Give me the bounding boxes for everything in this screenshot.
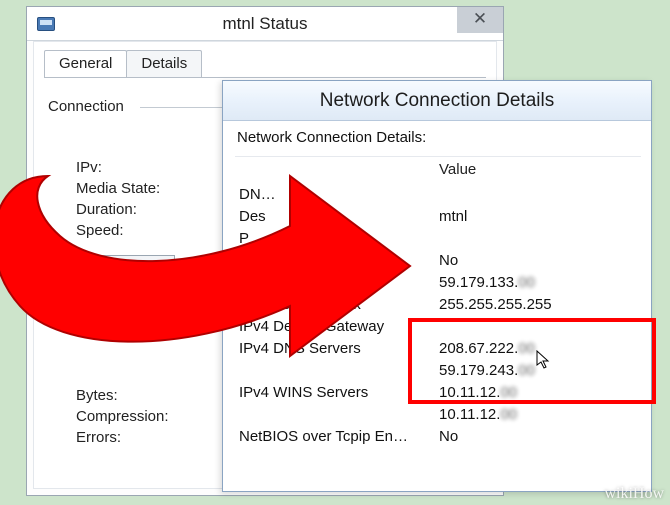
tab-general[interactable]: General xyxy=(44,50,127,78)
network-row[interactable]: IPv4 DNS Servers208.67.222.00 xyxy=(235,338,641,360)
network-row-value: 10.11.12.00 xyxy=(435,382,641,404)
network-row-property: Des xyxy=(235,206,435,228)
group-connection-label: Connection xyxy=(48,98,124,115)
group-activity-label: Activity xyxy=(48,304,96,321)
network-section-label: Network Connection Details: xyxy=(237,129,641,146)
network-row[interactable]: IPv4 Address59.179.133.00 xyxy=(235,272,641,294)
network-row[interactable]: DN… xyxy=(235,184,641,206)
network-rows: DN…DesmtnlPDHCP EnabledNoIPv4 Address59.… xyxy=(235,184,641,448)
network-row-value: mtnl xyxy=(435,206,641,228)
tab-underline xyxy=(44,77,486,78)
network-row-property: NetBIOS over Tcpip En… xyxy=(235,426,435,448)
network-row[interactable]: IPv4 Default Gateway xyxy=(235,316,641,338)
network-details-window: Network Connection Details Network Conne… xyxy=(222,80,652,492)
network-row-property: DN… xyxy=(235,184,435,206)
network-row-value: No xyxy=(435,426,641,448)
network-columns: Value xyxy=(235,156,641,182)
network-row-property xyxy=(235,404,435,426)
network-row[interactable]: 10.11.12.00 xyxy=(235,404,641,426)
network-row-property: IPv4 Subnet Mask xyxy=(235,294,435,316)
network-row-value: 208.67.222.00 xyxy=(435,338,641,360)
network-row-property: IPv4 Address xyxy=(235,272,435,294)
close-button[interactable]: ✕ xyxy=(457,7,503,33)
network-row-value: 10.11.12.00 xyxy=(435,404,641,426)
network-row[interactable]: 59.179.243.00 xyxy=(235,360,641,382)
network-row[interactable]: IPv4 Subnet Mask255.255.255.255 xyxy=(235,294,641,316)
network-row-value: 59.179.133.00 xyxy=(435,272,641,294)
tab-details[interactable]: Details xyxy=(126,50,202,78)
network-title[interactable]: Network Connection Details xyxy=(223,81,651,121)
network-row-value xyxy=(435,316,641,338)
col-value: Value xyxy=(435,157,641,182)
network-row-value: 59.179.243.00 xyxy=(435,360,641,382)
network-row-property: IPv4 WINS Servers xyxy=(235,382,435,404)
network-row-property: IPv4 Default Gateway xyxy=(235,316,435,338)
status-title: mtnl Status xyxy=(27,14,503,34)
status-titlebar[interactable]: mtnl Status ✕ xyxy=(27,7,503,41)
network-row[interactable]: NetBIOS over Tcpip En…No xyxy=(235,426,641,448)
network-body: Network Connection Details: Value DN…Des… xyxy=(235,121,641,481)
network-row-property: IPv4 DNS Servers xyxy=(235,338,435,360)
network-row-value xyxy=(435,184,641,206)
network-row-property: DHCP Enabled xyxy=(235,250,435,272)
network-row[interactable]: IPv4 WINS Servers10.11.12.00 xyxy=(235,382,641,404)
details-button[interactable]: Details… xyxy=(76,255,175,280)
network-row-value: No xyxy=(435,250,641,272)
network-row[interactable]: P xyxy=(235,228,641,250)
network-row[interactable]: Desmtnl xyxy=(235,206,641,228)
network-row-property xyxy=(235,360,435,382)
network-row-property: P xyxy=(235,228,435,250)
network-row-value xyxy=(435,228,641,250)
col-property xyxy=(235,157,435,182)
network-row-value: 255.255.255.255 xyxy=(435,294,641,316)
watermark: wikiHow xyxy=(604,485,664,503)
network-row[interactable]: DHCP EnabledNo xyxy=(235,250,641,272)
status-tabs: General Details xyxy=(44,50,201,78)
